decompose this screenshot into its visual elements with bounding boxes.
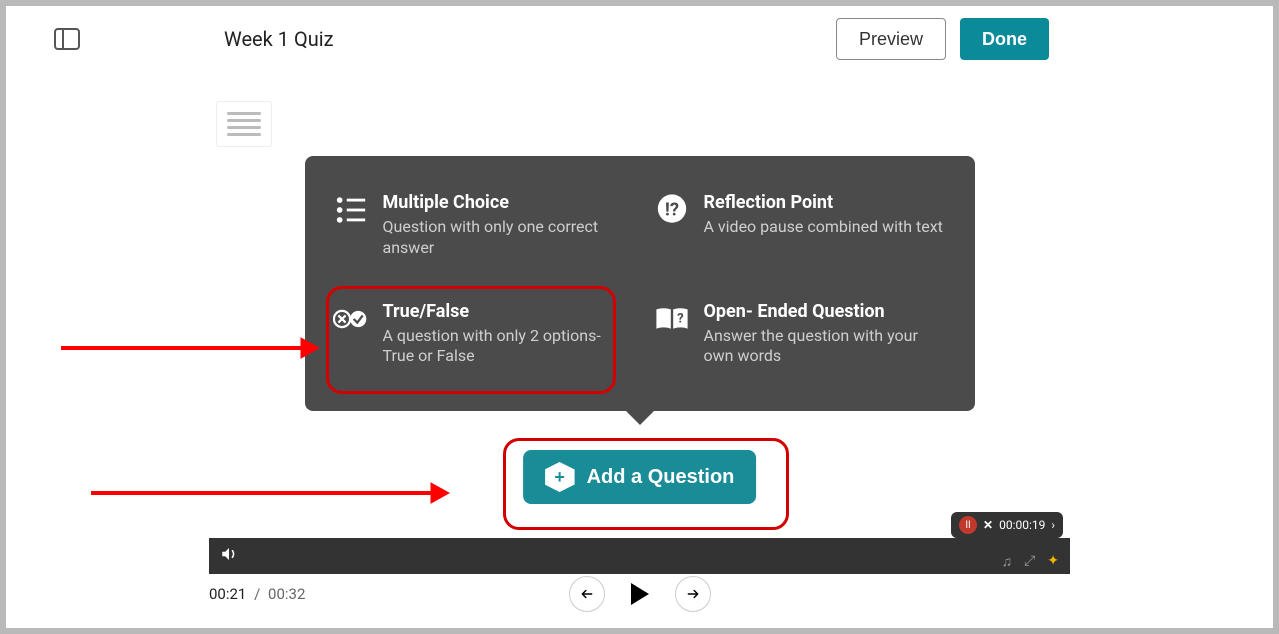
qtype-desc: Question with only one correct answer	[383, 217, 626, 259]
play-button[interactable]	[631, 583, 649, 605]
qtype-title: True/False	[383, 301, 626, 322]
prev-button[interactable]	[569, 576, 605, 612]
question-type-reflection-point[interactable]: !? Reflection Point A video pause combin…	[654, 192, 947, 259]
annotation-arrow-truefalse	[61, 336, 321, 370]
next-button[interactable]	[675, 576, 711, 612]
sidebar-toggle-icon[interactable]	[54, 28, 80, 50]
video-bar-right-icons: ♫ ⤢ ✦	[1002, 553, 1059, 570]
qtype-desc: A question with only 2 options- True or …	[383, 326, 626, 368]
playback-controls	[569, 576, 711, 612]
question-type-true-false[interactable]: True/False A question with only 2 option…	[333, 301, 626, 368]
time-sep: /	[254, 585, 260, 603]
add-question-button[interactable]: + Add a Question	[523, 450, 757, 504]
list-radio-icon	[333, 192, 369, 228]
book-question-icon: ?	[654, 301, 690, 337]
question-type-multiple-choice[interactable]: Multiple Choice Question with only one c…	[333, 192, 626, 259]
time-total: 00:32	[268, 585, 305, 603]
app-root: Week 1 Quiz Preview Done Tell us a littl…	[6, 6, 1273, 628]
quiz-title: Week 1 Quiz	[224, 27, 822, 51]
qtype-title: Open- Ended Question	[704, 301, 947, 322]
record-indicator-icon: II	[959, 516, 977, 534]
video-control-bar	[209, 538, 1070, 574]
x-check-icon	[333, 301, 369, 337]
expand-icon[interactable]: ⤢	[1024, 553, 1035, 570]
volume-icon[interactable]	[219, 545, 239, 567]
sparkle-icon[interactable]: ✦	[1047, 553, 1059, 570]
preview-button[interactable]: Preview	[836, 18, 946, 60]
video-timeline: 00:21 / 00:32	[209, 576, 1070, 612]
annotation-arrow-add-question	[91, 481, 451, 515]
svg-text:!?: !?	[664, 200, 678, 221]
plus-icon: +	[545, 462, 575, 492]
done-button[interactable]: Done	[960, 18, 1049, 60]
recording-time: 00:00:19	[999, 518, 1045, 532]
time-display: 00:21 / 00:32	[209, 585, 305, 603]
qtype-title: Multiple Choice	[383, 192, 626, 213]
question-type-open-ended[interactable]: ? Open- Ended Question Answer the questi…	[654, 301, 947, 368]
qtype-desc: A video pause combined with text	[704, 217, 943, 238]
close-icon[interactable]: ✕	[983, 518, 993, 532]
top-bar: Week 1 Quiz Preview Done	[6, 6, 1273, 72]
recording-overlay: II ✕ 00:00:19 ›	[951, 512, 1063, 538]
chevron-right-icon[interactable]: ›	[1051, 518, 1055, 532]
qtype-desc: Answer the question with your own words	[704, 326, 947, 368]
svg-text:?: ?	[677, 311, 684, 326]
question-type-popover: Multiple Choice Question with only one c…	[305, 156, 975, 411]
add-question-label: Add a Question	[587, 466, 735, 489]
speech-exclaim-icon: !?	[654, 192, 690, 228]
music-note-icon[interactable]: ♫	[1002, 553, 1013, 570]
time-current: 00:21	[209, 585, 246, 603]
qtype-title: Reflection Point	[704, 192, 943, 213]
drag-handle-icon[interactable]	[216, 101, 272, 147]
